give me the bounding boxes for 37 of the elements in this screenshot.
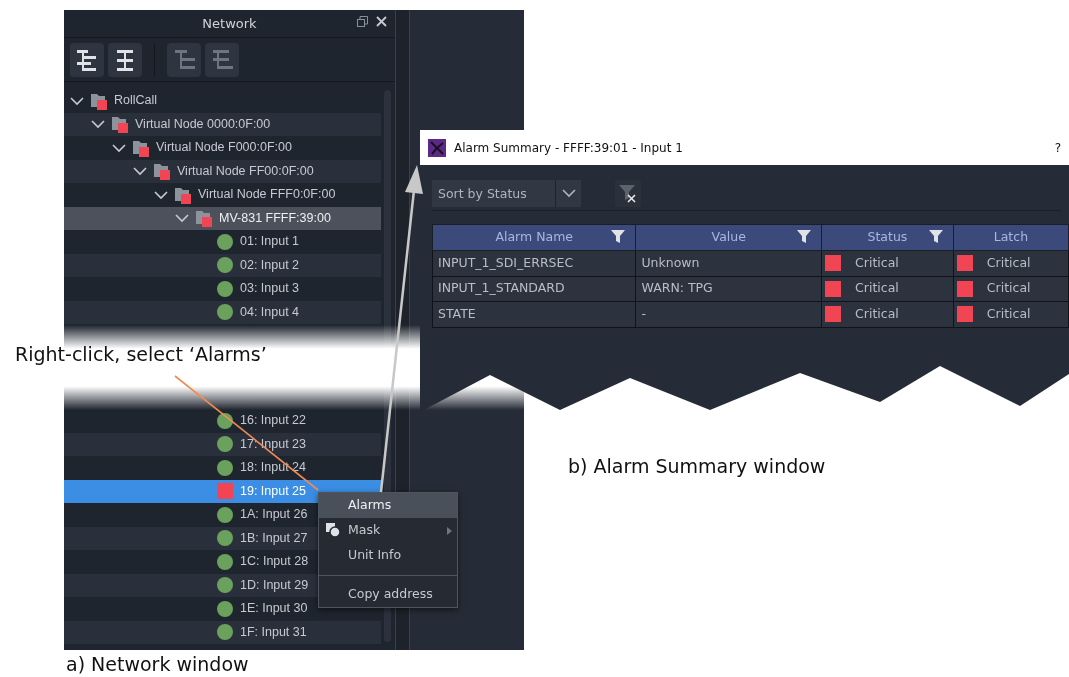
tree-item-label: 04: Input 4 <box>240 303 300 321</box>
window-title: Alarm Summary - FFFF:39:01 - Input 1 <box>454 139 684 157</box>
tree-item-label: Virtual Node 0000:0F:00 <box>135 115 271 133</box>
tree-item-label: 1F: Input 31 <box>240 623 307 641</box>
tree-item-label: Virtual Node FF00:0F:00 <box>177 162 314 180</box>
table-cell: Critical <box>821 301 954 327</box>
figure-caption: a) Network window <box>66 652 249 677</box>
tree-item-label: 1A: Input 26 <box>240 506 308 524</box>
tree-item-label: 02: Input 2 <box>240 256 300 274</box>
table-cell: INPUT_1_SDI_ERRSEC <box>432 250 636 276</box>
tree-item-label: 1E: Input 30 <box>240 600 308 618</box>
table-cell: Critical <box>821 276 954 302</box>
table-cell: Critical <box>953 301 1069 327</box>
tree-item-label: Virtual Node FFF0:0F:00 <box>198 186 336 204</box>
tree-item-label: 01: Input 1 <box>240 233 300 251</box>
table-cell: INPUT_1_STANDARD <box>432 276 636 302</box>
table-cell: WARN: TPG <box>635 276 822 302</box>
tree-item-label: 16: Input 22 <box>240 412 307 430</box>
table-cell: - <box>635 301 822 327</box>
callout-text: Right-click, select ‘Alarms’ <box>15 342 267 367</box>
figure-caption: b) Alarm Summary window <box>568 454 826 479</box>
tree-item-label: 1B: Input 27 <box>240 529 308 547</box>
tree-item-label: 1D: Input 29 <box>240 576 309 594</box>
tree-item-label: 17: Input 23 <box>240 435 307 453</box>
tree-item-label: 18: Input 24 <box>240 459 307 477</box>
tree-item-label: MV-831 FFFF:39:00 <box>219 209 331 227</box>
table-cell: Unknown <box>635 250 822 276</box>
tree-item-label: 03: Input 3 <box>240 280 300 298</box>
table-cell: Critical <box>821 250 954 276</box>
table-cell: Critical <box>953 250 1069 276</box>
panel-title: Network <box>202 14 257 33</box>
tree-item-label: 1C: Input 28 <box>240 553 309 571</box>
tree-item-label: 19: Input 25 <box>240 482 307 500</box>
tree-item-label: Virtual Node F000:0F:00 <box>156 139 292 157</box>
table-cell: Critical <box>953 276 1069 302</box>
tree-item-label: RollCall <box>114 92 158 110</box>
table-cell: STATE <box>432 301 636 327</box>
